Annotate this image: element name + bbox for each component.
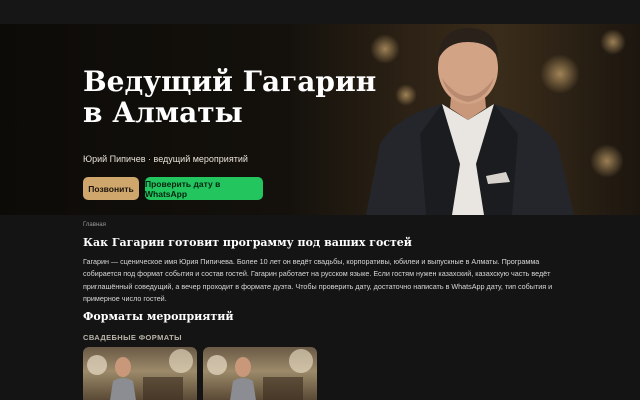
format-card[interactable] [203,347,317,400]
formats-heading: Форматы мероприятий [83,310,234,323]
format-card-image [87,349,193,400]
wedding-formats-label: СВАДЕБНЫЕ ФОРМАТЫ [83,333,182,342]
format-card-image [207,349,313,400]
format-card[interactable] [83,347,197,400]
bokeh-light [600,29,626,55]
section-text: Гагарин — сценическое имя Юрия Пипичева.… [83,257,553,303]
section-heading: Как Гагарин готовит программу под ваших … [83,236,412,249]
top-bar [0,0,640,24]
main-content: Главная Как Гагарин готовит программу по… [0,215,640,400]
hero-section: Ведущий Гагарин в Алматы Юрий Пипичев · … [0,24,640,215]
bokeh-light [590,144,624,178]
whatsapp-button[interactable]: Проверить дату в WhatsApp [145,177,263,200]
hero-subtitle: Юрий Пипичев · ведущий мероприятий [83,154,248,164]
breadcrumb[interactable]: Главная [83,222,106,228]
page-title: Ведущий Гагарин в Алматы [83,65,377,129]
call-button[interactable]: Позвонить [83,177,139,200]
